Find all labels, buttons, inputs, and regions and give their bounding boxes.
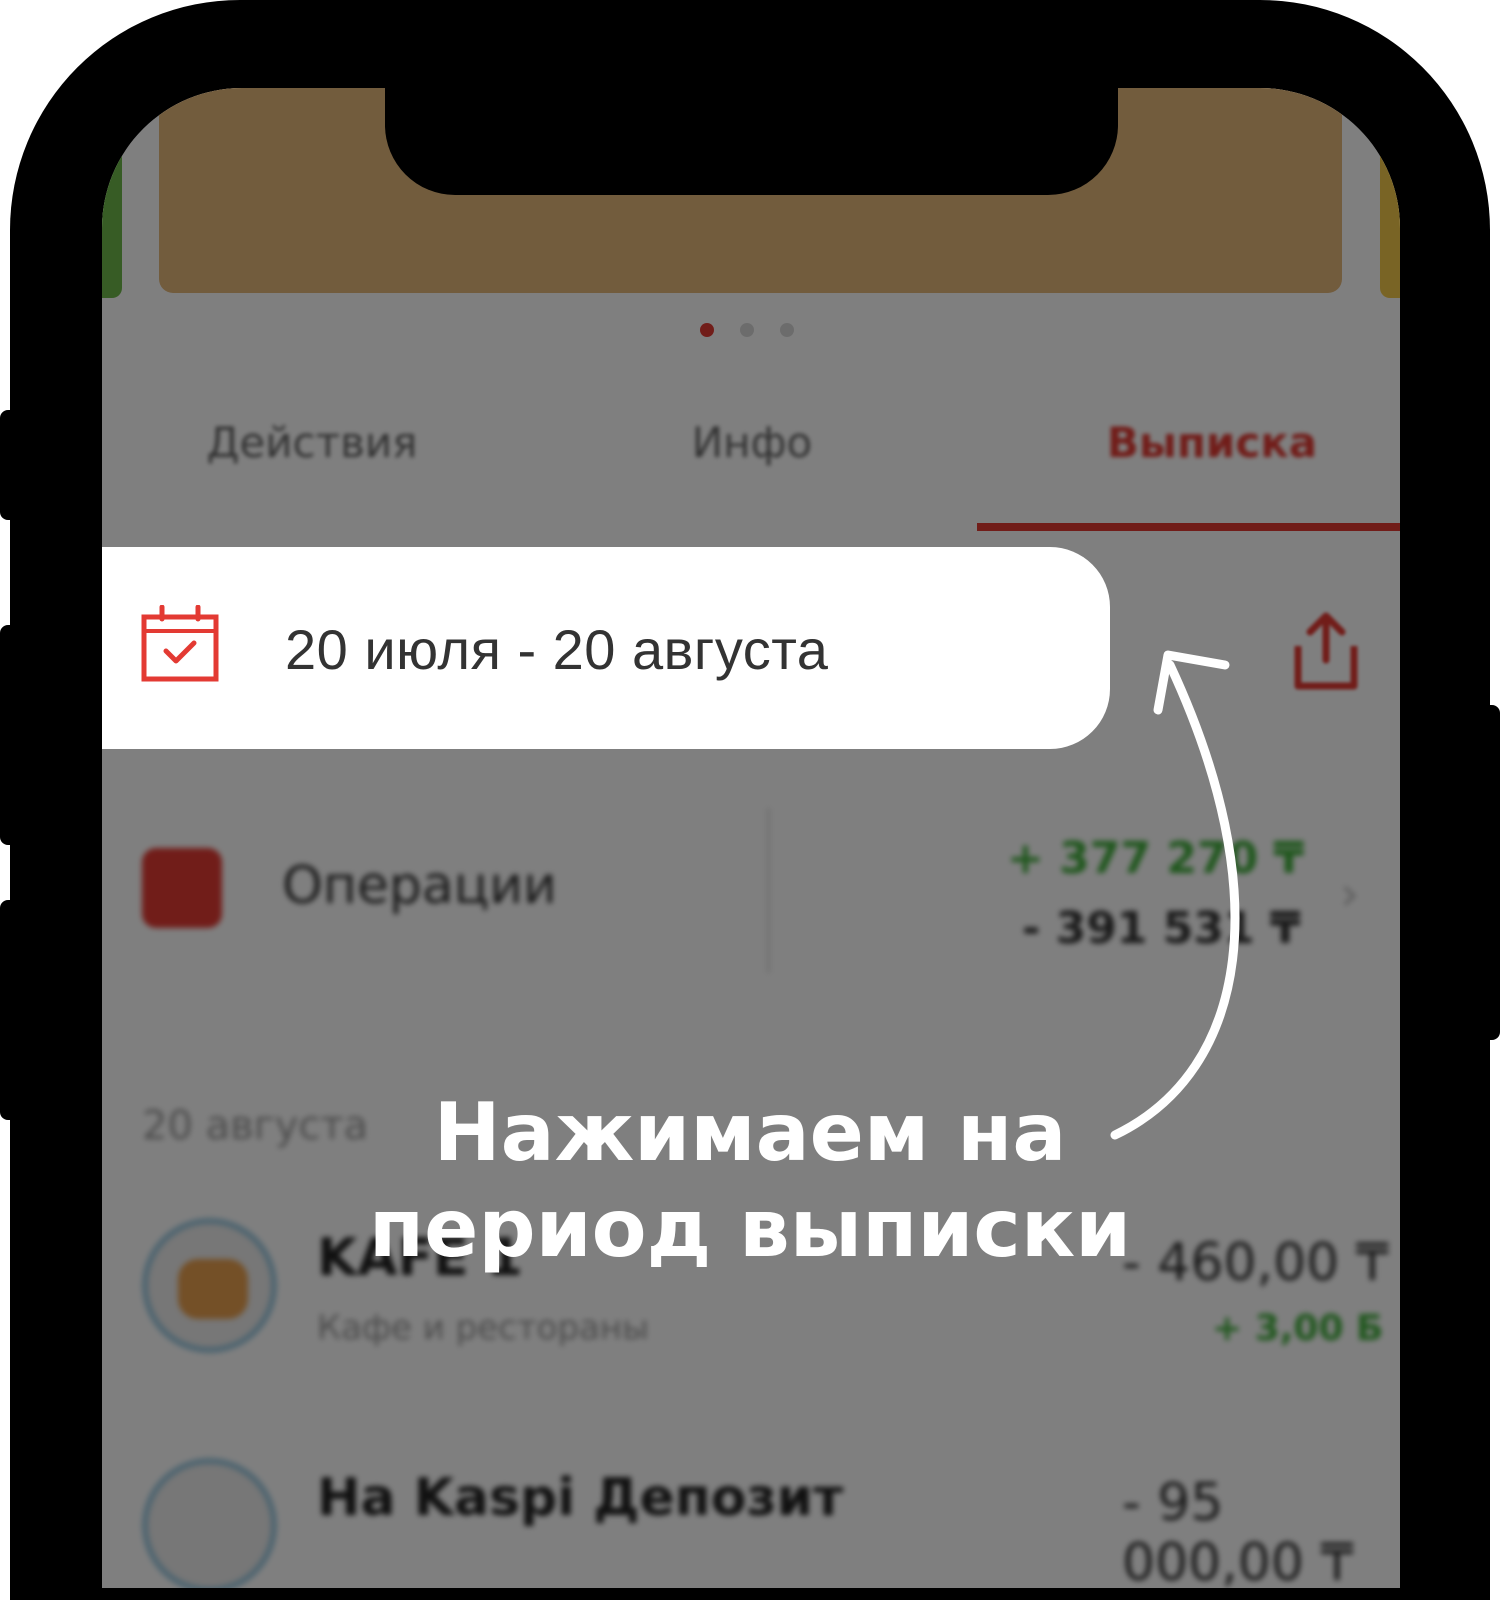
- period-selector[interactable]: 20 июля - 20 августа: [102, 547, 1110, 749]
- period-label: 20 июля - 20 августа: [285, 618, 829, 681]
- annotation-arrow-icon: [1110, 650, 1240, 1140]
- caption-line-2: период выписки: [368, 1182, 1132, 1275]
- phone-notch: [385, 80, 1118, 195]
- calendar-check-icon: [141, 605, 219, 682]
- instruction-caption: Нажимаем на период выписки: [330, 1085, 1170, 1277]
- caption-line-1: Нажимаем на: [433, 1086, 1067, 1179]
